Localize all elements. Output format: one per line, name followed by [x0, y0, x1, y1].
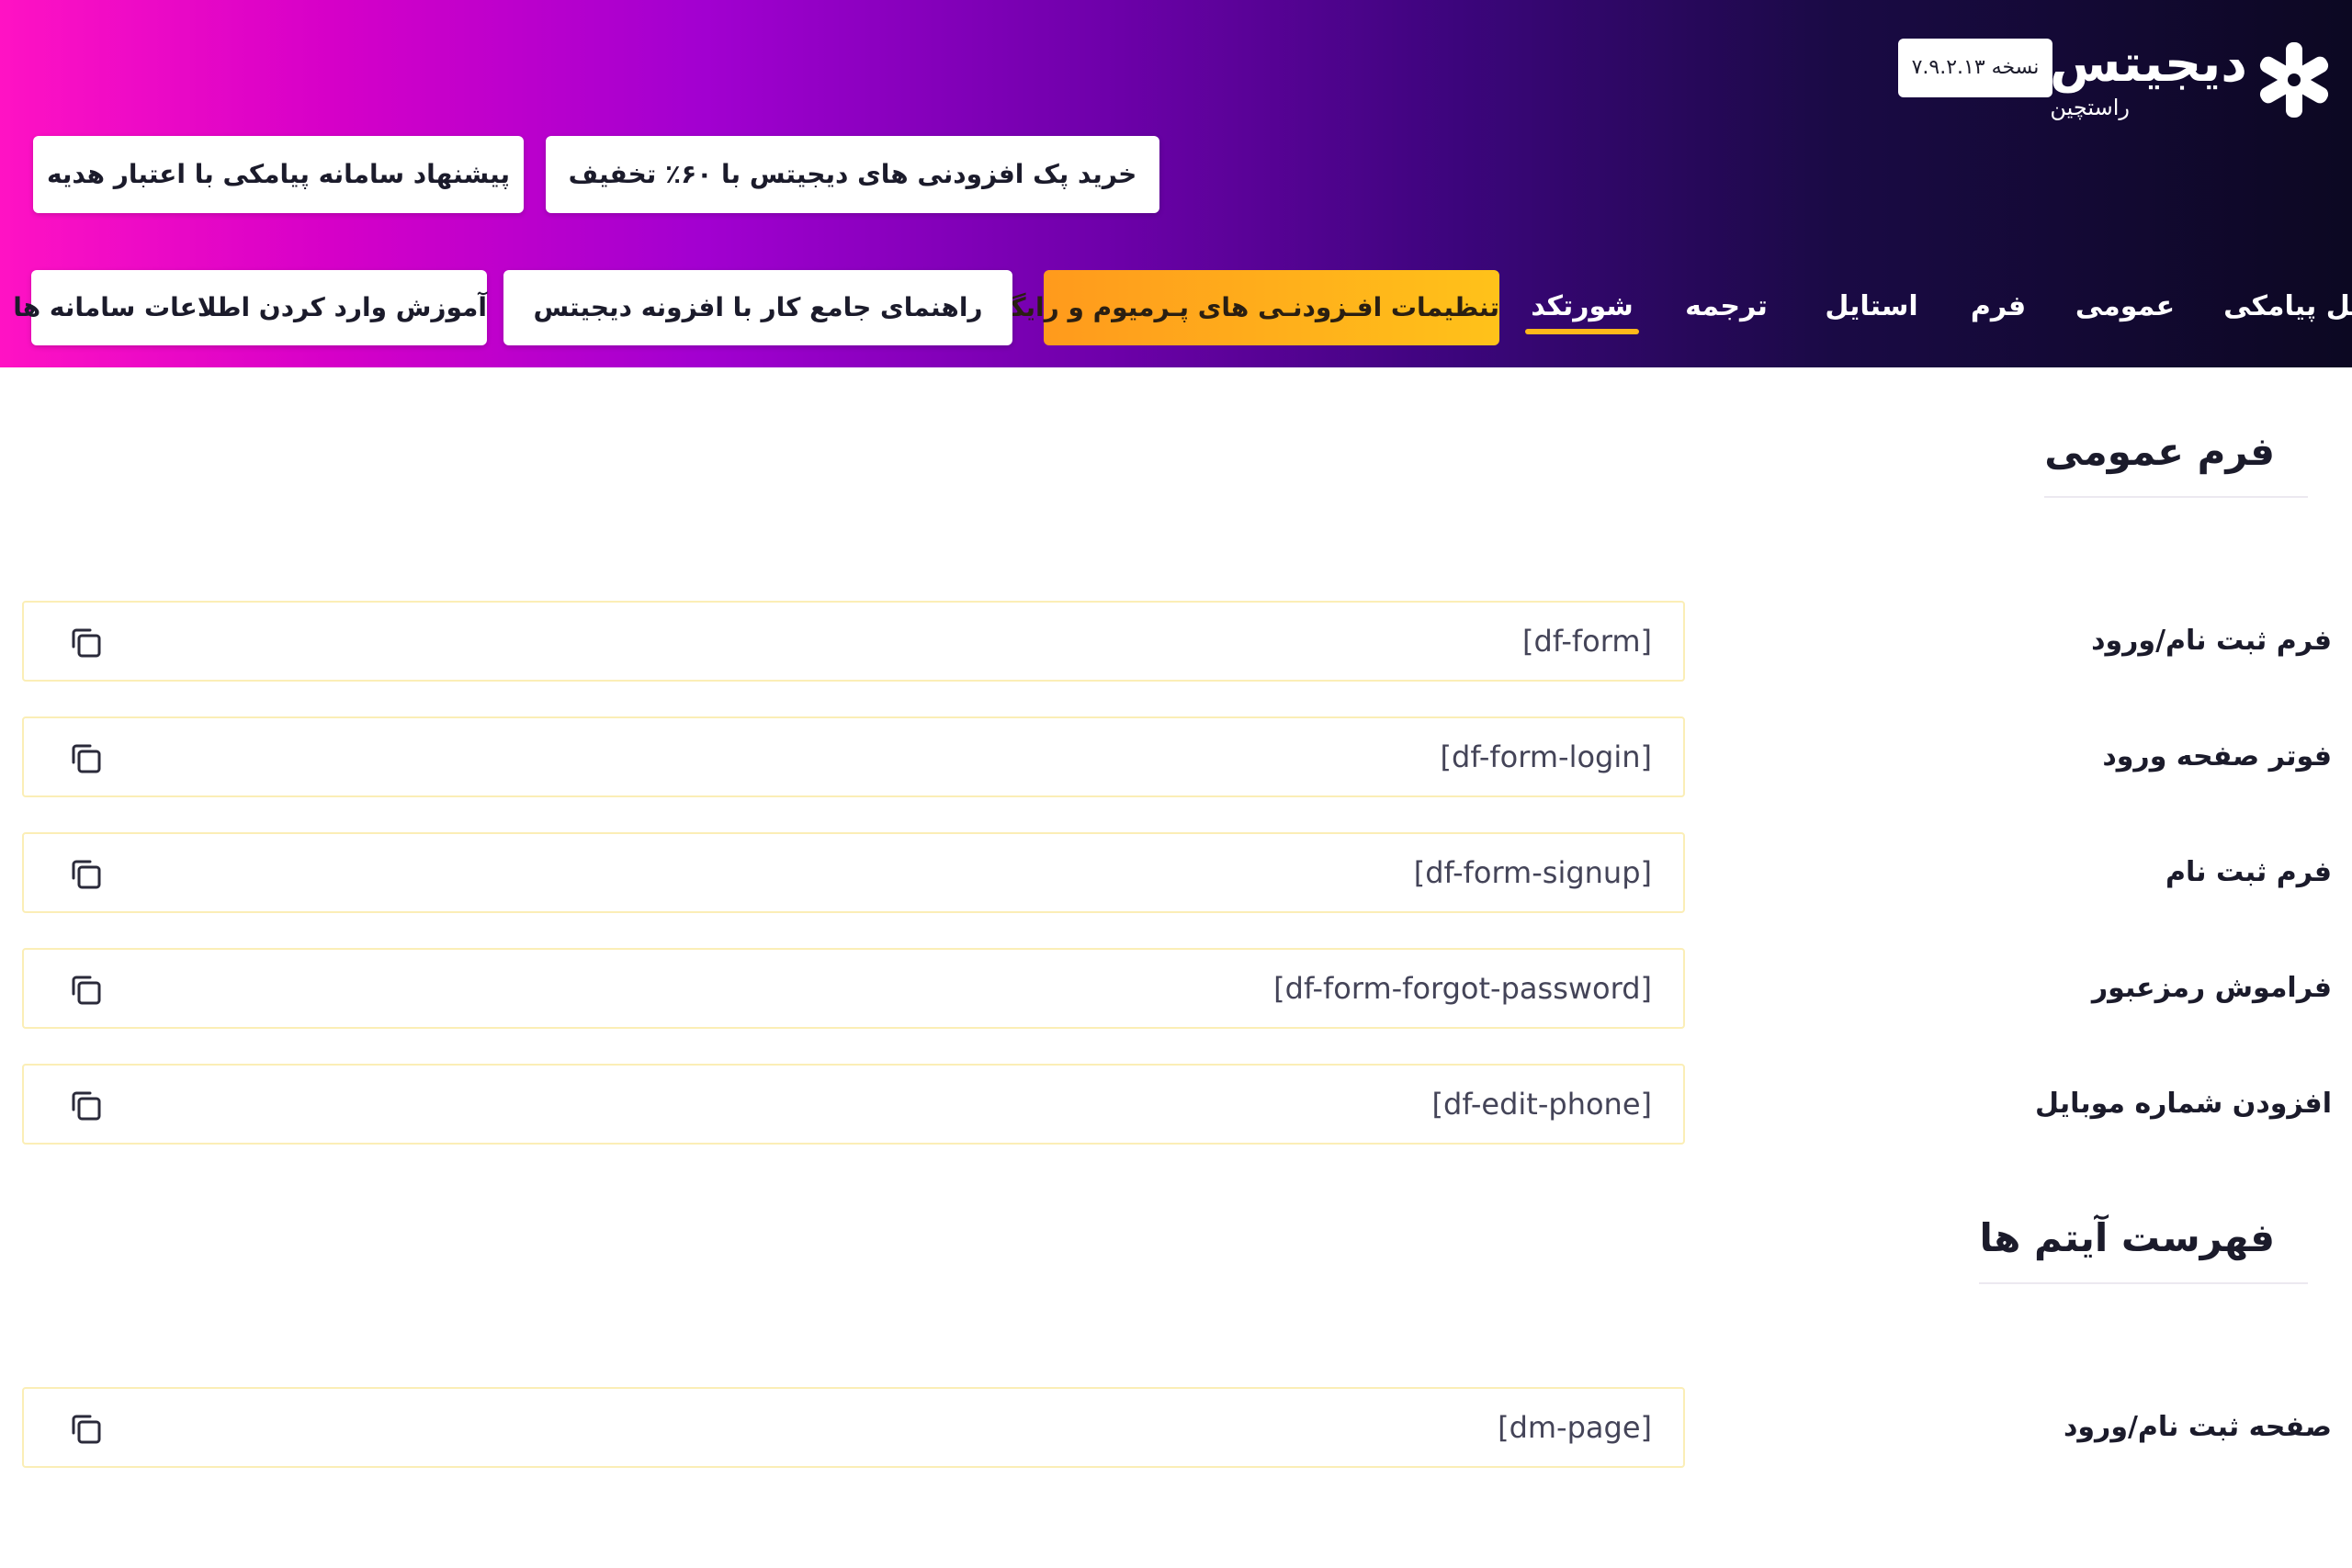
- copy-icon[interactable]: [64, 968, 108, 1012]
- shortcode-text[interactable]: [df-form-signup]: [1414, 834, 1652, 911]
- shortcode-text[interactable]: [dm-page]: [1498, 1389, 1652, 1466]
- row-label-signup-form: فرم ثبت نام: [2165, 856, 2332, 888]
- shortcode-text[interactable]: [df-form-forgot-password]: [1273, 950, 1652, 1027]
- premium-addons-settings-button[interactable]: تنظیمات افـزودنـی های پـرمیوم و رایگان: [979, 270, 1499, 345]
- row-label-signup-login-form: فرم ثبت نام/ورود: [2091, 625, 2332, 657]
- tab-general[interactable]: عمومی: [2075, 276, 2176, 340]
- copy-icon[interactable]: [64, 1084, 108, 1128]
- brand-logo: دیجیتس راستچین: [2021, 33, 2334, 125]
- copy-icon[interactable]: [64, 1407, 108, 1451]
- sms-import-tutorial-button[interactable]: آموزش وارد کردن اطلاعات سامانه ها: [13, 270, 487, 345]
- tab-translation[interactable]: ترجمه: [1676, 276, 1777, 340]
- sms-system-offer-button[interactable]: پیشنهاد سامانه پیامکی با اعتبار هدیه: [33, 136, 524, 213]
- digits-guide-button[interactable]: راهنمای جامع کار با افزونه دیجیتس: [503, 270, 1012, 345]
- shortcode-field-df-form-signup[interactable]: [df-form-signup]: [22, 832, 1685, 913]
- section-title-menu-items: فهرست آیتم ها: [1979, 1211, 2308, 1284]
- shortcode-field-df-form[interactable]: [df-form]: [22, 601, 1685, 682]
- tab-style[interactable]: استایل: [1821, 276, 1922, 340]
- active-tab-indicator: [1525, 329, 1639, 334]
- row-label-signup-login-page: صفحه ثبت نام/ورود: [2064, 1411, 2332, 1443]
- tab-form[interactable]: فرم: [1966, 276, 2030, 340]
- copy-icon[interactable]: [64, 852, 108, 897]
- copy-icon[interactable]: [64, 737, 108, 781]
- shortcode-field-df-form-login[interactable]: [df-form-login]: [22, 716, 1685, 797]
- shortcode-settings-page: دیجیتس راستچین نسخه ۷.۹.۲.۱۳ خرید پک افز…: [0, 0, 2352, 1568]
- shortcode-text[interactable]: [df-edit-phone]: [1432, 1066, 1652, 1143]
- section-title-general-form: فرم عمومی: [2044, 424, 2308, 498]
- row-label-add-mobile-number: افزودن شماره موبایل: [2035, 1088, 2332, 1120]
- row-label-forgot-password: فراموش رمزعبور: [2091, 972, 2332, 1004]
- shortcode-field-df-form-forgot-password[interactable]: [df-form-forgot-password]: [22, 948, 1685, 1029]
- copy-icon[interactable]: [64, 621, 108, 665]
- row-label-login-footer: فوتر صفحه ورود: [2102, 740, 2332, 773]
- shortcode-field-df-edit-phone[interactable]: [df-edit-phone]: [22, 1064, 1685, 1145]
- shortcode-text[interactable]: [df-form-login]: [1441, 718, 1652, 795]
- tab-sms-panel[interactable]: پنل پیامکی: [2223, 276, 2352, 340]
- header-bar: دیجیتس راستچین نسخه ۷.۹.۲.۱۳ خرید پک افز…: [0, 0, 2352, 367]
- version-badge: نسخه ۷.۹.۲.۱۳: [1898, 39, 2052, 97]
- brand-subtitle: راستچین: [2050, 95, 2130, 120]
- digits-asterisk-logo-icon: [2259, 42, 2329, 118]
- shortcode-field-dm-page[interactable]: [dm-page]: [22, 1387, 1685, 1468]
- buy-addon-pack-button[interactable]: خرید پک افزودنی های دیجیتس با ۶۰٪ تخفیف: [546, 136, 1159, 213]
- brand-name: دیجیتس: [2049, 34, 2247, 94]
- shortcode-text[interactable]: [df-form]: [1522, 603, 1652, 680]
